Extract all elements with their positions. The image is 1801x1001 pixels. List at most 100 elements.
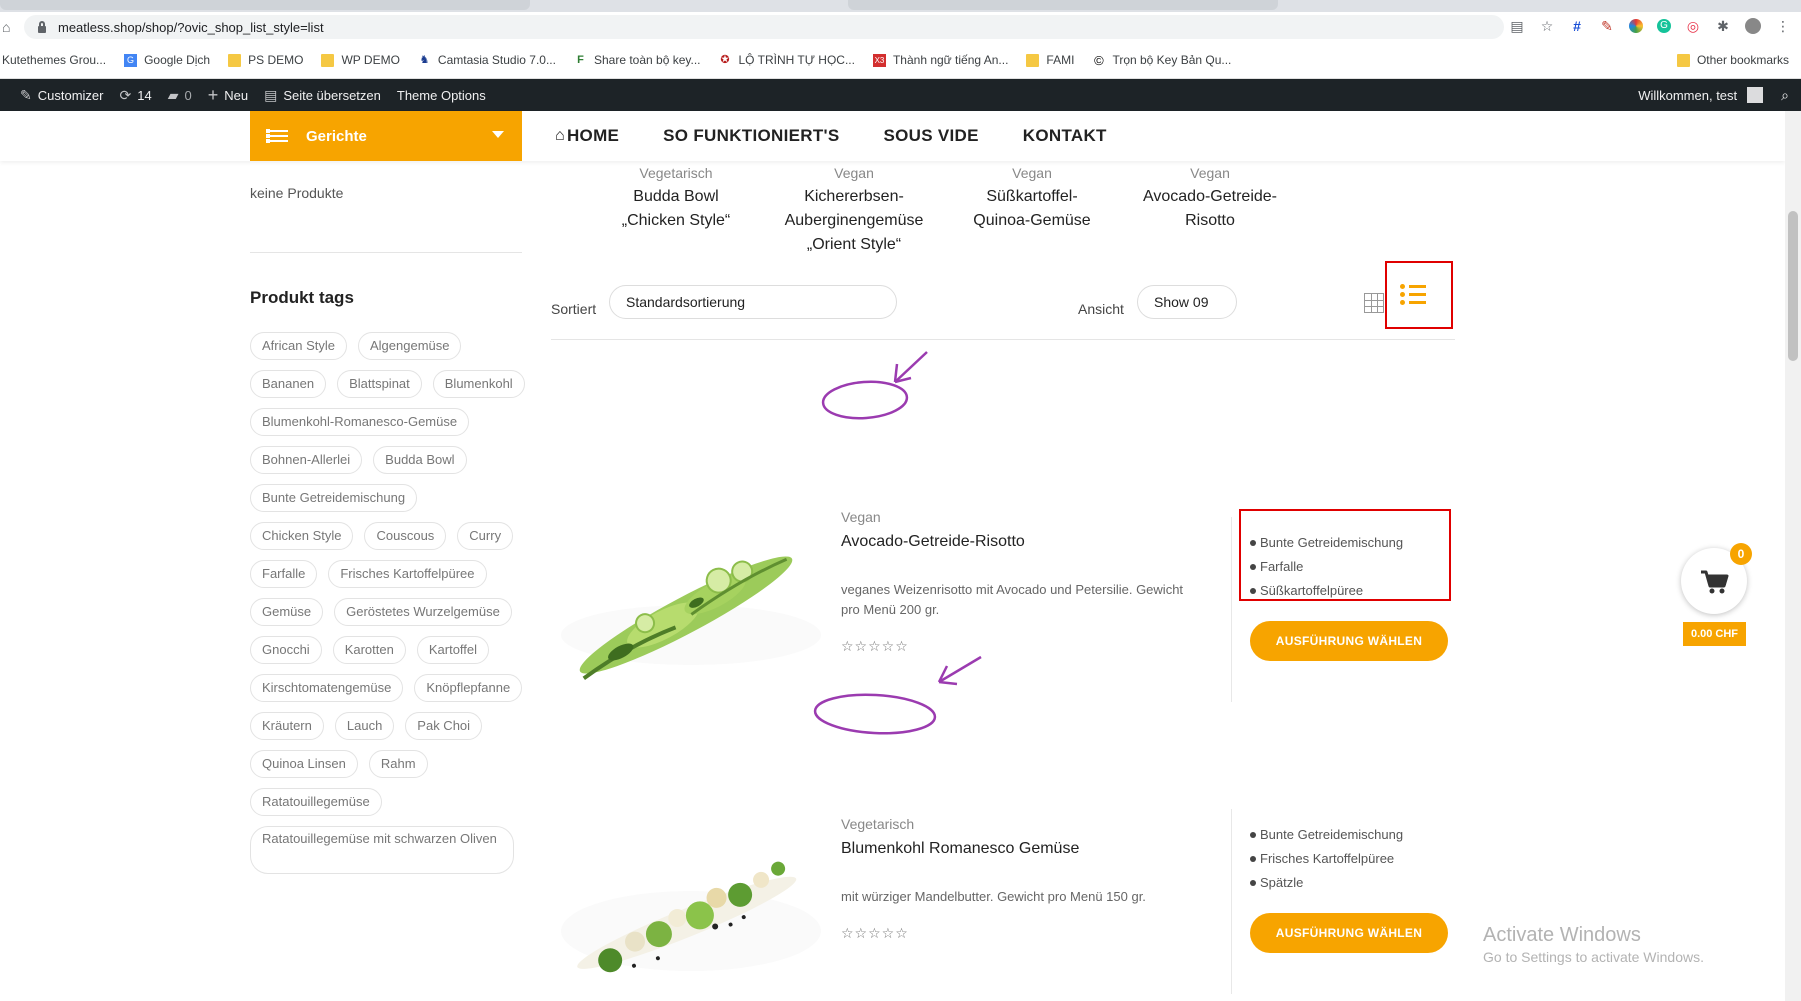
browser-tab-strip	[0, 0, 1801, 12]
tag-item[interactable]: Ratatouillegemüse mit schwarzen Oliven	[250, 826, 514, 874]
tools-extension-icon[interactable]: ✎	[1599, 18, 1615, 34]
copyright-icon: ©	[1094, 52, 1104, 68]
product-category[interactable]: Vegetarisch	[841, 814, 1201, 834]
nav-kontakt[interactable]: KONTAKT	[1023, 126, 1107, 146]
tag-item[interactable]: Kartoffel	[416, 636, 490, 664]
logo-icon: ✪	[720, 53, 730, 66]
bookmark-item[interactable]: F Share toàn bộ key...	[574, 53, 700, 67]
wp-new-label: Neu	[224, 87, 249, 103]
profile-avatar-icon[interactable]	[1745, 18, 1761, 34]
featured-item[interactable]: Vegan Kichererbsen- Auberginengemüse „Or…	[769, 161, 939, 257]
category-menu-label: Gerichte	[306, 127, 367, 145]
wp-admin-bar: ✎ Customizer ⟳ 14 ▰ 0 + Neu ▤ Seite über…	[0, 79, 1801, 111]
tag-item[interactable]: Ratatouillegemüse	[250, 788, 382, 816]
bookmark-item[interactable]: FAMI	[1026, 53, 1074, 67]
avatar[interactable]	[1747, 87, 1764, 103]
tag-item[interactable]: Blumenkohl-Romanesco-Gemüse	[250, 408, 470, 436]
url-text[interactable]: meatless.shop/shop/?ovic_shop_list_style…	[58, 20, 324, 35]
per-page-select[interactable]: Show 09	[1137, 285, 1237, 319]
tag-item[interactable]: Bohnen-Allerlei	[250, 446, 363, 474]
tag-item[interactable]: African Style	[250, 332, 347, 360]
featured-item[interactable]: Vegan Süßkartoffel- Quinoa-Gemüse	[947, 161, 1117, 233]
bookmark-item[interactable]: X3 Thành ngữ tiếng An...	[872, 53, 1009, 67]
bookmark-item[interactable]: WP DEMO	[321, 53, 400, 67]
tag-item[interactable]: Farfalle	[250, 560, 318, 588]
tag-item[interactable]: Gemüse	[250, 598, 324, 626]
home-icon[interactable]: ⌂	[2, 19, 18, 35]
tag-item[interactable]: Gnocchi	[250, 636, 322, 664]
tag-item[interactable]: Pak Choi	[405, 712, 483, 740]
house-icon: ⌂	[555, 127, 565, 144]
tag-item[interactable]: Quinoa Linsen	[250, 750, 358, 778]
tag-item[interactable]: Blattspinat	[337, 370, 422, 398]
tag-item[interactable]: Geröstetes Wurzelgemüse	[334, 598, 512, 626]
browser-tab[interactable]	[848, 0, 1278, 10]
other-bookmarks-label: Other bookmarks	[1696, 53, 1789, 67]
featured-item[interactable]: Vegetarisch Budda Bowl „Chicken Style“	[591, 161, 761, 233]
tag-item[interactable]: Bananen	[250, 370, 327, 398]
bookmark-item[interactable]: Kutethemes Grou...	[2, 53, 106, 67]
tag-item[interactable]: Blumenkohl	[432, 370, 525, 398]
hashtag-extension-icon[interactable]: #	[1569, 18, 1585, 34]
nav-home[interactable]: ⌂ HOME	[555, 126, 619, 146]
wp-translate[interactable]: ▤ Seite übersetzen	[264, 87, 381, 104]
record-extension-icon[interactable]: ◎	[1685, 18, 1701, 34]
other-bookmarks[interactable]: Other bookmarks	[1676, 53, 1789, 67]
grammarly-icon[interactable]: G	[1657, 19, 1671, 33]
tag-item[interactable]: Karotten	[332, 636, 406, 664]
featured-category: Vegan	[1190, 165, 1230, 181]
wp-customizer[interactable]: ✎ Customizer	[20, 87, 103, 104]
scrollbar-thumb[interactable]	[1788, 211, 1798, 361]
tag-item[interactable]: Algengemüse	[357, 332, 462, 360]
product-name[interactable]: Blumenkohl Romanesco Gemüse	[841, 837, 1201, 861]
nav-sous-vide[interactable]: SOUS VIDE	[883, 126, 978, 146]
bookmark-item[interactable]: PS DEMO	[228, 53, 303, 67]
search-icon[interactable]: ⌕	[1781, 87, 1789, 104]
wp-comments[interactable]: ▰ 0	[168, 87, 192, 104]
tag-item[interactable]: Chicken Style	[250, 522, 354, 550]
tag-item[interactable]: Couscous	[364, 522, 447, 550]
star-icon[interactable]: ☆	[1539, 18, 1555, 34]
choose-variant-button[interactable]: AUSFÜHRUNG WÄHLEN	[1250, 913, 1448, 953]
wp-welcome[interactable]: Willkommen, test	[1638, 88, 1737, 103]
list-view-icon[interactable]	[1400, 283, 1426, 305]
tag-item[interactable]: Curry	[457, 522, 514, 550]
tag-item[interactable]: Budda Bowl	[373, 446, 467, 474]
page-scrollbar[interactable]	[1785, 111, 1801, 1001]
tag-item[interactable]: Bunte Getreidemischung	[250, 484, 418, 512]
puzzle-extensions-icon[interactable]: ✱	[1715, 18, 1731, 34]
bookmark-item[interactable]: ✪ LỘ TRÌNH TỰ HỌC...	[718, 53, 855, 67]
chevron-down-icon	[492, 131, 504, 138]
grid-view-icon[interactable]	[1364, 293, 1384, 313]
lock-icon[interactable]	[36, 21, 48, 33]
wp-account: Willkommen, test ⌕	[1638, 79, 1789, 111]
refresh-icon: ⟳	[119, 86, 132, 103]
bookmark-label: LỘ TRÌNH TỰ HỌC...	[738, 53, 855, 67]
tag-item[interactable]: Frisches Kartoffelpüree	[328, 560, 487, 588]
wp-new[interactable]: + Neu	[208, 85, 248, 106]
kebab-menu-icon[interactable]: ⋮	[1775, 18, 1791, 34]
wp-updates[interactable]: ⟳ 14	[119, 87, 151, 104]
browser-tab[interactable]	[0, 0, 530, 10]
bookmark-item[interactable]: G Google Dịch	[124, 53, 210, 67]
color-extension-icon[interactable]	[1629, 19, 1643, 33]
choose-variant-button[interactable]: AUSFÜHRUNG WÄHLEN	[1250, 621, 1448, 661]
product-name[interactable]: Avocado-Getreide-Risotto	[841, 530, 1201, 554]
nav-so-funktionierts[interactable]: SO FUNKTIONIERT'S	[663, 126, 839, 146]
tag-item[interactable]: Knöpflepfanne	[414, 674, 523, 702]
featured-item[interactable]: Vegan Avocado-Getreide- Risotto	[1125, 161, 1295, 233]
tag-item[interactable]: Kräutern	[250, 712, 324, 740]
sort-select[interactable]: Standardsortierung	[609, 285, 897, 319]
product-image[interactable]	[551, 811, 821, 1001]
bookmark-label: Thành ngữ tiếng An...	[892, 53, 1009, 67]
category-menu-button[interactable]: Gerichte	[250, 111, 522, 161]
bookmark-item[interactable]: ♞ Camtasia Studio 7.0...	[418, 53, 556, 67]
tag-item[interactable]: Kirschtomatengemüse	[250, 674, 404, 702]
wp-theme-options[interactable]: Theme Options	[397, 88, 486, 103]
translate-icon[interactable]: ▤	[1509, 18, 1525, 34]
bookmark-item[interactable]: © Trọn bộ Key Bản Qu...	[1092, 53, 1231, 67]
product-category[interactable]: Vegan	[841, 507, 1201, 527]
tag-item[interactable]: Rahm	[368, 750, 428, 778]
url-field[interactable]: meatless.shop/shop/?ovic_shop_list_style…	[24, 15, 1504, 39]
tag-item[interactable]: Lauch	[334, 712, 395, 740]
